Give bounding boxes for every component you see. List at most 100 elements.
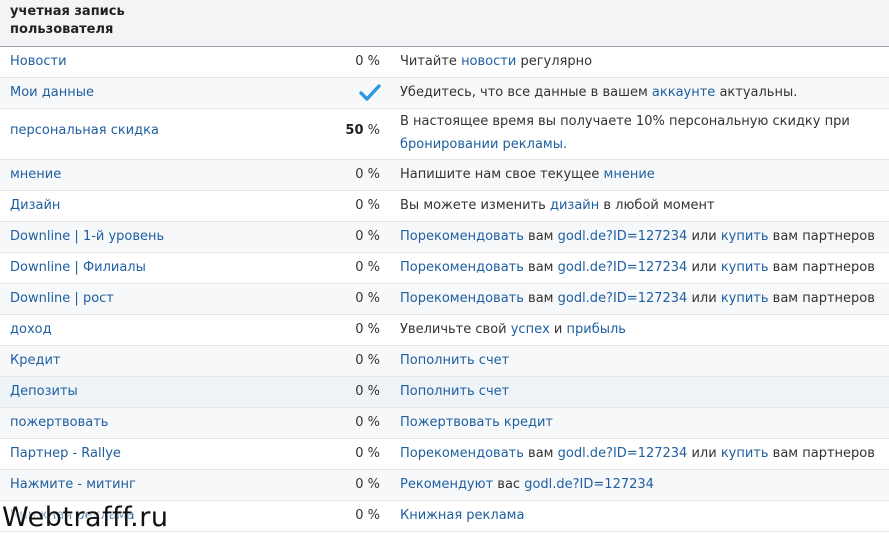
percent-sign: % [363, 260, 380, 275]
row-name-link[interactable]: пожертвовать [10, 415, 108, 430]
percent-sign: % [363, 123, 380, 138]
row-description: Порекомендовать вам godl.de?ID=127234 ил… [400, 225, 881, 249]
description-link[interactable]: дизайн [550, 198, 599, 213]
description-link[interactable]: аккаунте [652, 85, 715, 100]
description-link[interactable]: Пополнить счет [400, 353, 509, 368]
description-link[interactable]: мнение [604, 167, 655, 182]
table-row: Нажмите - митинг 0 % Рекомендуют вас godl.… [0, 470, 889, 501]
row-name-link[interactable]: доход [10, 322, 52, 337]
row-description: Напишите нам свое текущее мнение [400, 163, 881, 187]
description-link[interactable]: купить [721, 229, 769, 244]
description-link[interactable]: Книжная реклама [400, 508, 524, 523]
description-link[interactable]: godl.de?ID=127234 [558, 446, 688, 461]
header-title: учетная запись пользователя [10, 4, 125, 37]
progress-value: 0 [355, 167, 364, 182]
row-name-link[interactable]: Downline | рост [10, 291, 114, 306]
description-link[interactable]: Порекомендовать [400, 260, 524, 275]
row-name-link[interactable]: Downline | 1-й уровень [10, 229, 164, 244]
description-link[interactable]: godl.de?ID=127234 [558, 229, 688, 244]
table-row: Новости 0 % Читайте новости регулярно [0, 47, 889, 78]
row-name-link[interactable]: Нажмите - митинг [10, 477, 136, 492]
progress-percent: 0 % [355, 353, 380, 368]
description-link[interactable]: godl.de?ID=127234 [558, 260, 688, 275]
description-link[interactable]: Рекомендуют [400, 477, 493, 492]
row-name-link[interactable]: мнение [10, 167, 61, 182]
description-text: или [687, 446, 721, 461]
description-link[interactable]: Пожертвовать кредит [400, 415, 553, 430]
description-text: вам партнеров [768, 260, 875, 275]
row-name-link[interactable]: Новости [10, 54, 67, 69]
progress-value: 0 [355, 384, 364, 399]
description-link[interactable]: купить [721, 260, 769, 275]
row-name-link[interactable]: Депозиты [10, 384, 78, 399]
description-link[interactable]: бронировании рекламы. [400, 137, 567, 152]
progress-value: 50 [345, 123, 364, 138]
percent-sign: % [363, 508, 380, 523]
table-row: мнение 0 % Напишите нам свое текущее мнени… [0, 160, 889, 191]
row-name-link[interactable]: персональная скидка [10, 123, 159, 138]
progress-value: 0 [355, 477, 364, 492]
description-link[interactable]: успех [511, 322, 550, 337]
description-link[interactable]: купить [721, 291, 769, 306]
row-name-link[interactable]: Кредит [10, 353, 61, 368]
progress-value: 0 [355, 353, 364, 368]
description-text: Увеличьте свой [400, 322, 511, 337]
description-text: регулярно [516, 54, 593, 69]
description-text: вам [523, 291, 558, 306]
description-text: вам партнеров [768, 291, 875, 306]
description-link[interactable]: godl.de?ID=127234 [524, 477, 654, 492]
percent-sign: % [363, 198, 380, 213]
progress-percent: 0 % [355, 54, 380, 69]
percent-sign: % [363, 384, 380, 399]
row-description: Увеличьте свой успех и прибыль [400, 318, 881, 342]
progress-value: 0 [355, 291, 364, 306]
row-description: В настоящее время вы получаете 10% персо… [400, 110, 881, 156]
percent-sign: % [363, 415, 380, 430]
row-name-link[interactable]: Партнер - Rallye [10, 446, 121, 461]
table-row: Депозиты 0 % Пополнить счет [0, 377, 889, 408]
progress-value: 0 [355, 508, 364, 523]
description-link[interactable]: Пополнить счет [400, 384, 509, 399]
description-text: или [687, 291, 721, 306]
description-text: вам [523, 446, 558, 461]
percent-sign: % [363, 446, 380, 461]
progress-value: 0 [355, 229, 364, 244]
row-name-link[interactable]: Дизайн [10, 198, 60, 213]
table-row: пожертвовать 0 % Пожертвовать кредит [0, 408, 889, 439]
description-text: вам партнеров [768, 446, 875, 461]
description-link[interactable]: Порекомендовать [400, 291, 524, 306]
progress-value: 0 [355, 446, 364, 461]
description-text: вам [523, 229, 558, 244]
description-text: вам партнеров [768, 229, 875, 244]
progress-percent: 0 % [355, 229, 380, 244]
watermark: Webtrafff.ru [2, 502, 169, 533]
percent-sign: % [363, 353, 380, 368]
table-row: Кредит 0 % Пополнить счет [0, 346, 889, 377]
percent-sign: % [363, 291, 380, 306]
percent-sign: % [363, 322, 380, 337]
table-row: Мои данные Убедитесь, что все данные в ва… [0, 78, 889, 109]
description-link[interactable]: godl.de?ID=127234 [558, 291, 688, 306]
table-row: Downline | Филиалы 0 % Порекомендовать вам… [0, 253, 889, 284]
description-text: или [687, 260, 721, 275]
description-text: актуальны. [715, 85, 798, 100]
row-description: Вы можете изменить дизайн в любой момент [400, 194, 881, 218]
row-name-link[interactable]: Downline | Филиалы [10, 260, 146, 275]
row-name-link[interactable]: Мои данные [10, 85, 94, 100]
percent-sign: % [363, 229, 380, 244]
description-link[interactable]: Порекомендовать [400, 446, 524, 461]
row-description: Пополнить счет [400, 349, 881, 373]
description-link[interactable]: купить [721, 446, 769, 461]
progress-percent: 0 % [355, 260, 380, 275]
progress-table: Новости 0 % Читайте новости регулярно Мои д… [0, 47, 889, 532]
row-description: Убедитесь, что все данные в вашем аккаун… [400, 81, 881, 105]
description-text: Вы можете изменить [400, 198, 550, 213]
description-link[interactable]: Порекомендовать [400, 229, 524, 244]
table-row: персональная скидка 50 % В настоящее время… [0, 109, 889, 160]
description-text: вас [493, 477, 525, 492]
description-link[interactable]: прибыль [567, 322, 626, 337]
checkmark-icon [359, 84, 381, 101]
row-description: Пополнить счет [400, 380, 881, 404]
progress-percent: 0 % [355, 384, 380, 399]
description-link[interactable]: новости [461, 54, 516, 69]
